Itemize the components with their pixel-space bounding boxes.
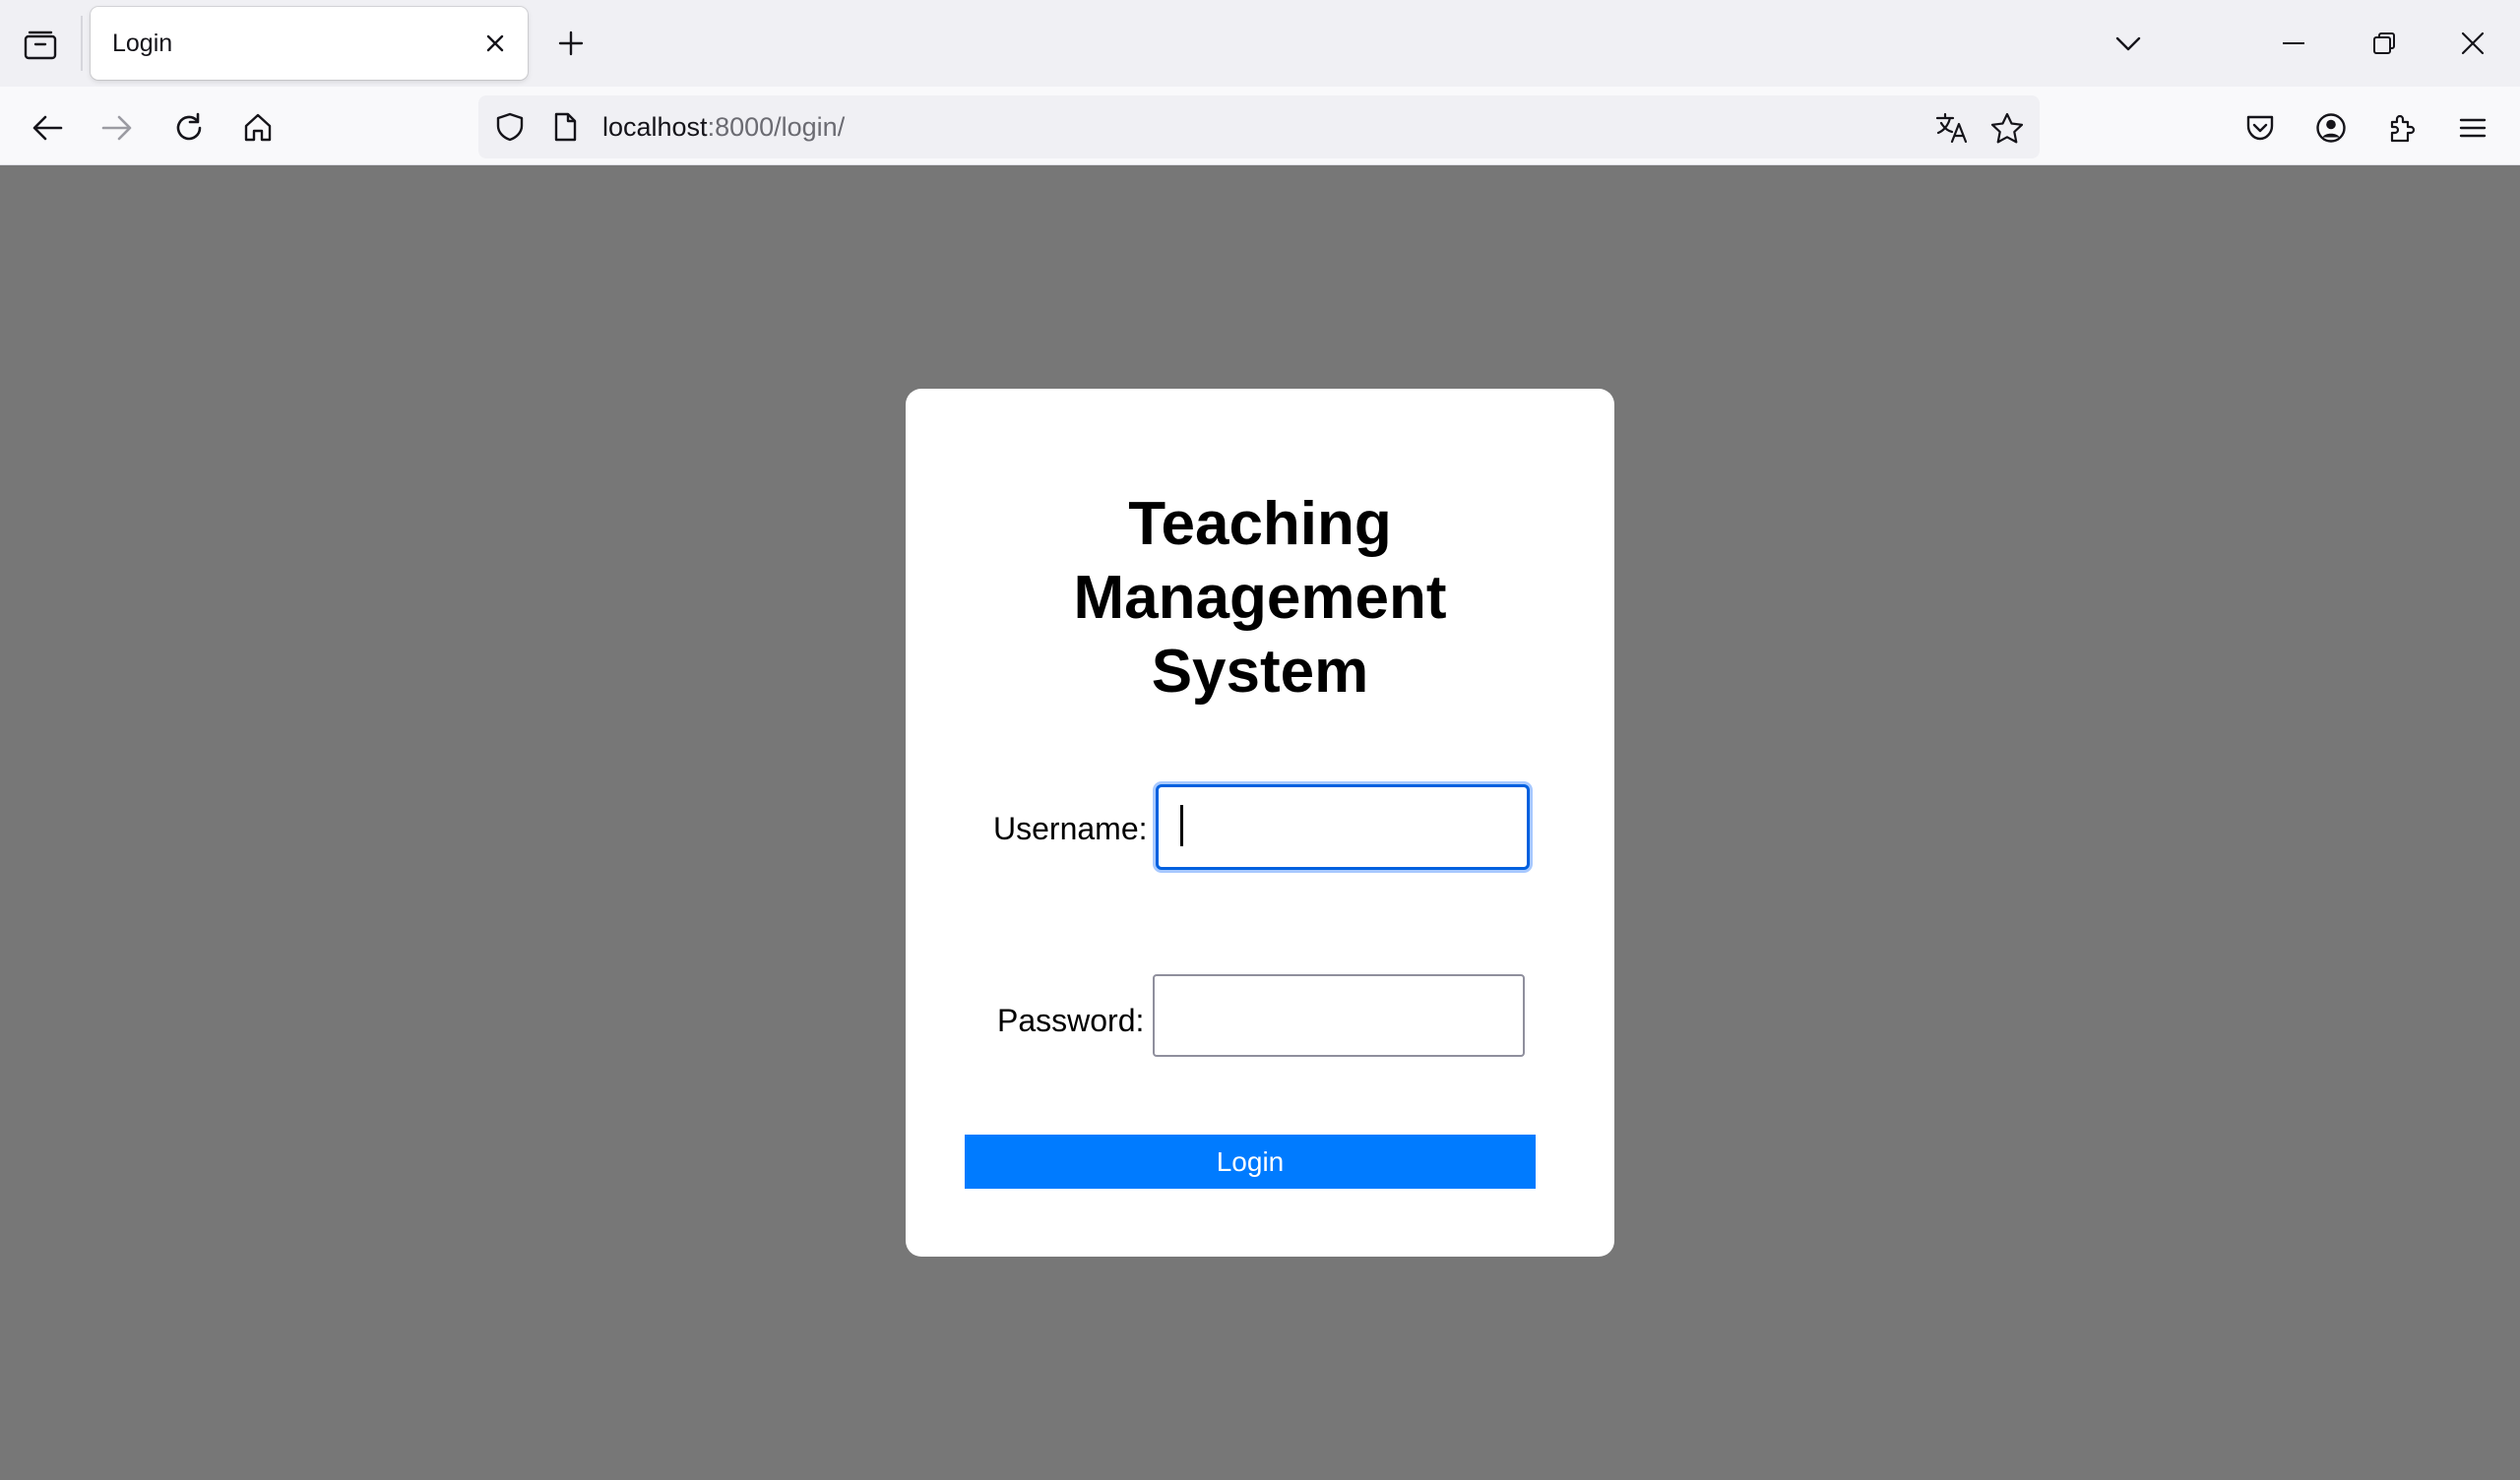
- tab-title: Login: [112, 30, 173, 57]
- new-tab-button[interactable]: [551, 24, 591, 63]
- username-label: Username:: [993, 811, 1148, 846]
- shield-icon[interactable]: [494, 111, 526, 143]
- title-line: System: [1151, 638, 1369, 706]
- text-caret: [1180, 805, 1183, 846]
- home-icon[interactable]: [234, 104, 282, 152]
- tab-strip: Login: [0, 0, 2520, 87]
- hamburger-menu-icon[interactable]: [2449, 104, 2496, 152]
- url-bar[interactable]: localhost:8000/login/: [478, 95, 2040, 158]
- pocket-icon[interactable]: [2236, 104, 2284, 152]
- password-label: Password:: [997, 1003, 1145, 1038]
- reload-icon[interactable]: [165, 104, 213, 152]
- translate-icon[interactable]: [1933, 109, 1971, 147]
- extensions-icon[interactable]: [2378, 104, 2426, 152]
- minimize-icon[interactable]: [2254, 14, 2333, 73]
- tab-overview-icon[interactable]: [18, 26, 63, 65]
- login-button[interactable]: Login: [965, 1135, 1536, 1189]
- back-arrow-icon[interactable]: [24, 104, 71, 152]
- close-icon[interactable]: [480, 29, 510, 58]
- forward-arrow-icon[interactable]: [94, 104, 141, 152]
- page-info-icon[interactable]: [549, 111, 581, 143]
- url-path: :8000/login/: [707, 112, 846, 142]
- page-viewport: Teaching Management System Username: Pas…: [0, 165, 2520, 1480]
- restore-icon[interactable]: [2345, 14, 2424, 73]
- login-card: Teaching Management System Username: Pas…: [906, 389, 1614, 1257]
- window-close-icon[interactable]: [2433, 14, 2512, 73]
- title-line: Management: [1073, 564, 1447, 632]
- url-host: localhost: [602, 112, 708, 142]
- password-input[interactable]: [1153, 974, 1525, 1057]
- tab-login[interactable]: Login: [91, 7, 528, 80]
- tab-separator: [81, 16, 83, 71]
- page-title: Teaching Management System: [906, 487, 1614, 709]
- bookmark-star-icon[interactable]: [1988, 109, 2026, 147]
- username-input[interactable]: [1156, 784, 1530, 870]
- navigation-toolbar: localhost:8000/login/: [0, 87, 2520, 165]
- url-text[interactable]: localhost:8000/login/: [602, 95, 845, 158]
- account-icon[interactable]: [2307, 104, 2355, 152]
- chevron-down-icon[interactable]: [2109, 24, 2148, 63]
- title-line: Teaching: [1128, 490, 1392, 558]
